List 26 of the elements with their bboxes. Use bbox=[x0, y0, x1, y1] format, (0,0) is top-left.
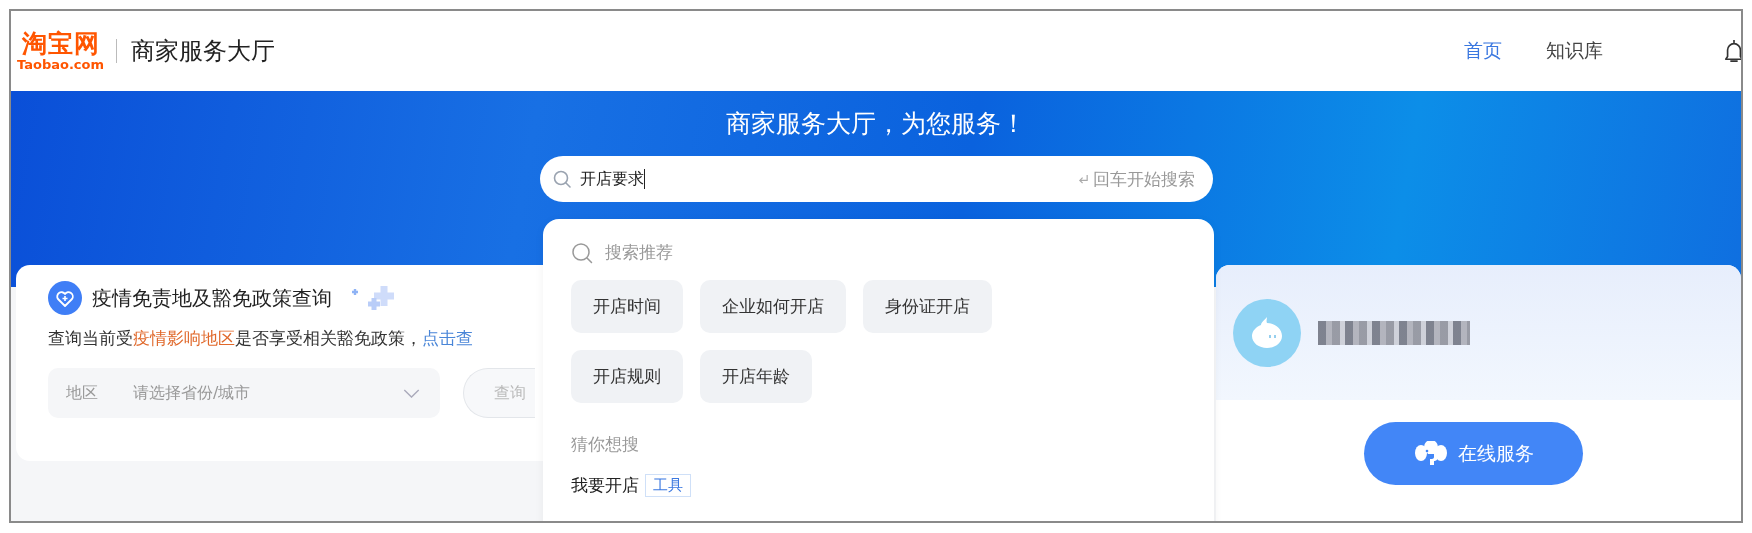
suggestion-chip[interactable]: 企业如何开店 bbox=[700, 280, 846, 333]
view-link[interactable]: 点击查 bbox=[422, 328, 473, 348]
site-title: 商家服务大厅 bbox=[131, 36, 276, 67]
chevron-down-icon bbox=[403, 388, 420, 398]
avatar-icon bbox=[1233, 298, 1301, 367]
search-icon bbox=[551, 169, 572, 189]
section-title: 搜索推荐 bbox=[605, 241, 673, 264]
enter-key-icon bbox=[1077, 172, 1089, 186]
nav-link[interactable]: 首页 bbox=[1464, 38, 1502, 64]
suggestion-chip[interactable]: 身份证开店 bbox=[863, 280, 992, 333]
online-service-button[interactable]: 在线服务 bbox=[1364, 422, 1583, 485]
search-hint: 回车开始搜索 bbox=[1092, 167, 1195, 191]
field-placeholder: 请选择省份/城市 bbox=[133, 382, 251, 404]
card-title: 疫情免责地及豁免政策查询 bbox=[92, 284, 332, 312]
banner-heading: 商家服务大厅，为您服务！ bbox=[726, 108, 1026, 140]
suggestion-chip[interactable]: 开店时间 bbox=[571, 280, 683, 333]
tool-tag: 工具 bbox=[645, 474, 691, 497]
suggestion-chip[interactable]: 开店规则 bbox=[571, 350, 683, 403]
suggestion-chip[interactable]: 开店年龄 bbox=[700, 350, 812, 403]
guess-link[interactable]: 我要开店 bbox=[571, 474, 639, 497]
search-icon bbox=[571, 241, 593, 264]
nav-link[interactable]: 知识库 bbox=[1546, 38, 1603, 64]
field-label: 地区 bbox=[66, 382, 99, 404]
search-field[interactable]: 开店要求 回车开始搜索 bbox=[539, 156, 1213, 202]
section-title: 猜你想搜 bbox=[571, 433, 640, 456]
bell-icon bbox=[1723, 38, 1741, 64]
